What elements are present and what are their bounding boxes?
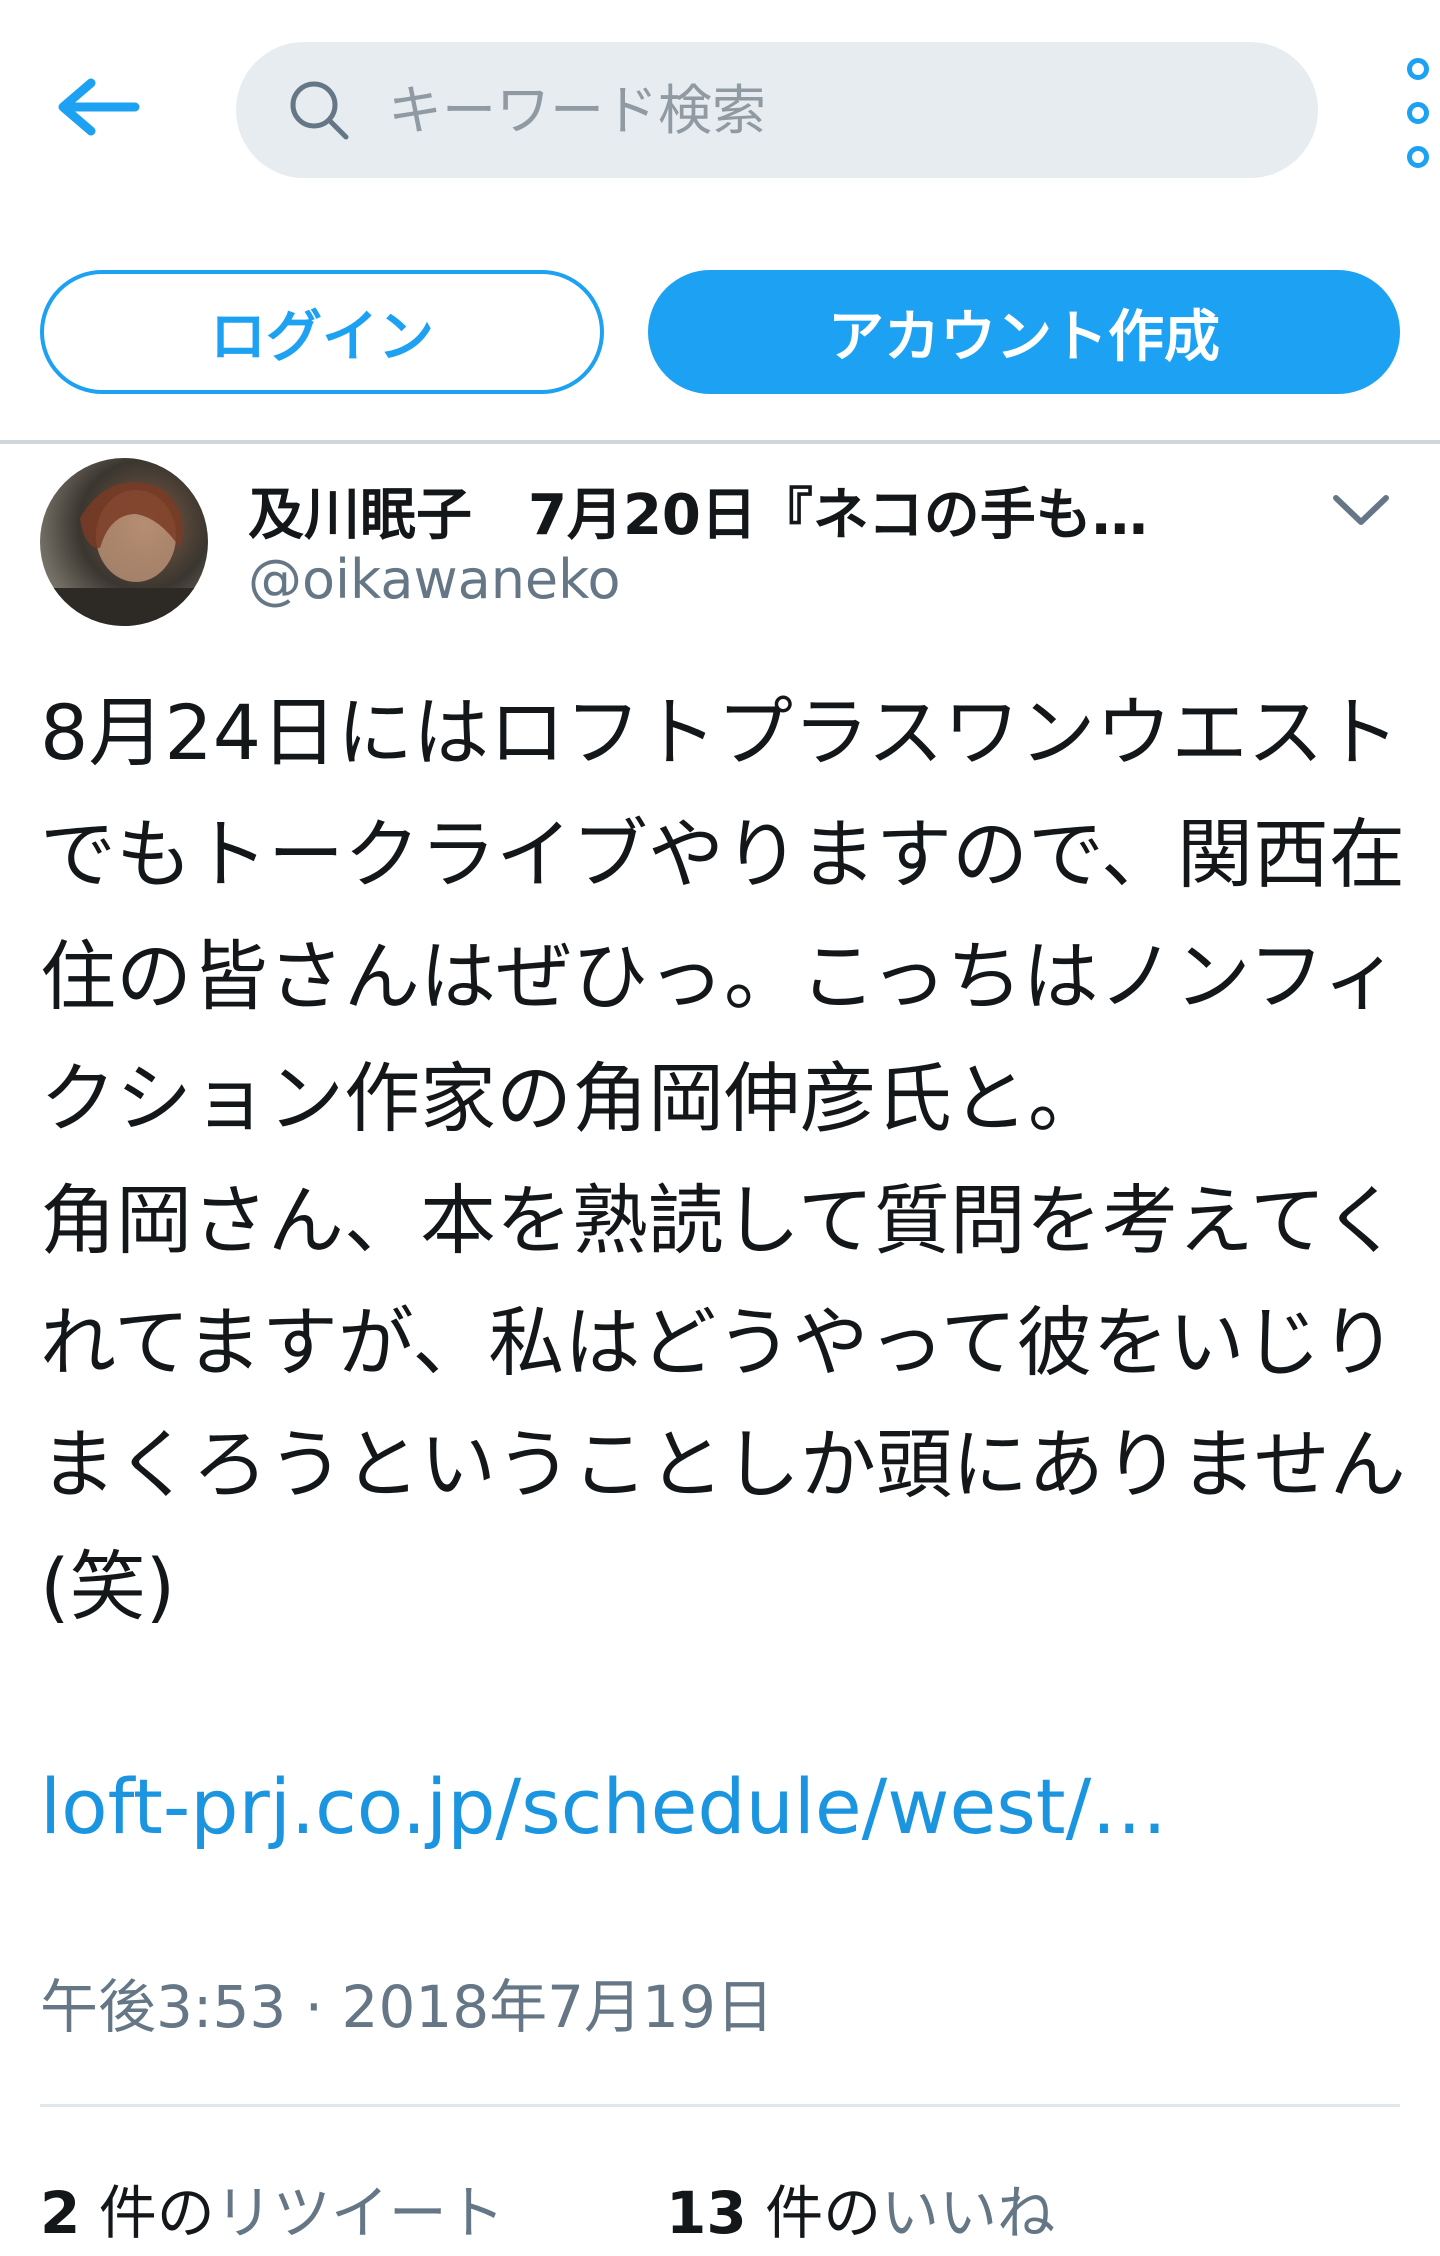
- vertical-dots-icon-dot: [1407, 102, 1429, 124]
- like-label: いいね: [881, 2179, 1056, 2247]
- avatar-photo: [40, 482, 208, 626]
- auth-buttons: ログイン アカウント作成: [0, 270, 1440, 394]
- vertical-dots-icon-dot: [1407, 146, 1429, 168]
- back-button[interactable]: [48, 62, 148, 152]
- tweet-text: 8月24日にはロフトプラスワンウエストでもトークライブやりますので、関西在住の皆…: [40, 688, 1406, 1631]
- like-unit: 件の: [746, 2179, 882, 2247]
- avatar[interactable]: [40, 458, 208, 626]
- retweet-count: 2: [40, 2179, 81, 2247]
- arrow-left-icon: [58, 78, 140, 136]
- more-options-button[interactable]: [1395, 58, 1440, 168]
- chevron-down-icon: [1333, 495, 1389, 525]
- search-icon: [290, 81, 349, 140]
- like-count: 13: [666, 2179, 747, 2247]
- retweet-unit: 件の: [80, 2179, 215, 2247]
- divider: [40, 2104, 1400, 2107]
- tweet-menu-button[interactable]: [1326, 480, 1396, 540]
- tweet-stats: 2 件のリツイート 13 件のいいね: [40, 2166, 1440, 2256]
- vertical-dots-icon: [1407, 58, 1429, 80]
- login-button[interactable]: ログイン: [40, 270, 604, 394]
- tweet-timestamp[interactable]: 午後3:53 · 2018年7月19日: [40, 1960, 774, 2044]
- retweet-label: リツイート: [214, 2179, 505, 2247]
- retweet-stat[interactable]: 2 件のリツイート: [40, 2166, 505, 2250]
- display-name[interactable]: 及川眠子 7月20日『ネコの手も…: [248, 470, 1248, 551]
- tweet-link[interactable]: loft-prj.co.jp/schedule/west/…: [40, 1746, 1410, 1868]
- create-account-button[interactable]: アカウント作成: [648, 270, 1400, 394]
- user-handle[interactable]: @oikawaneko: [248, 548, 621, 611]
- search-input[interactable]: [386, 77, 1290, 143]
- search-bar[interactable]: [236, 42, 1318, 178]
- top-bar: [0, 0, 1440, 210]
- like-stat[interactable]: 13 件のいいね: [666, 2166, 1055, 2250]
- divider: [0, 440, 1440, 444]
